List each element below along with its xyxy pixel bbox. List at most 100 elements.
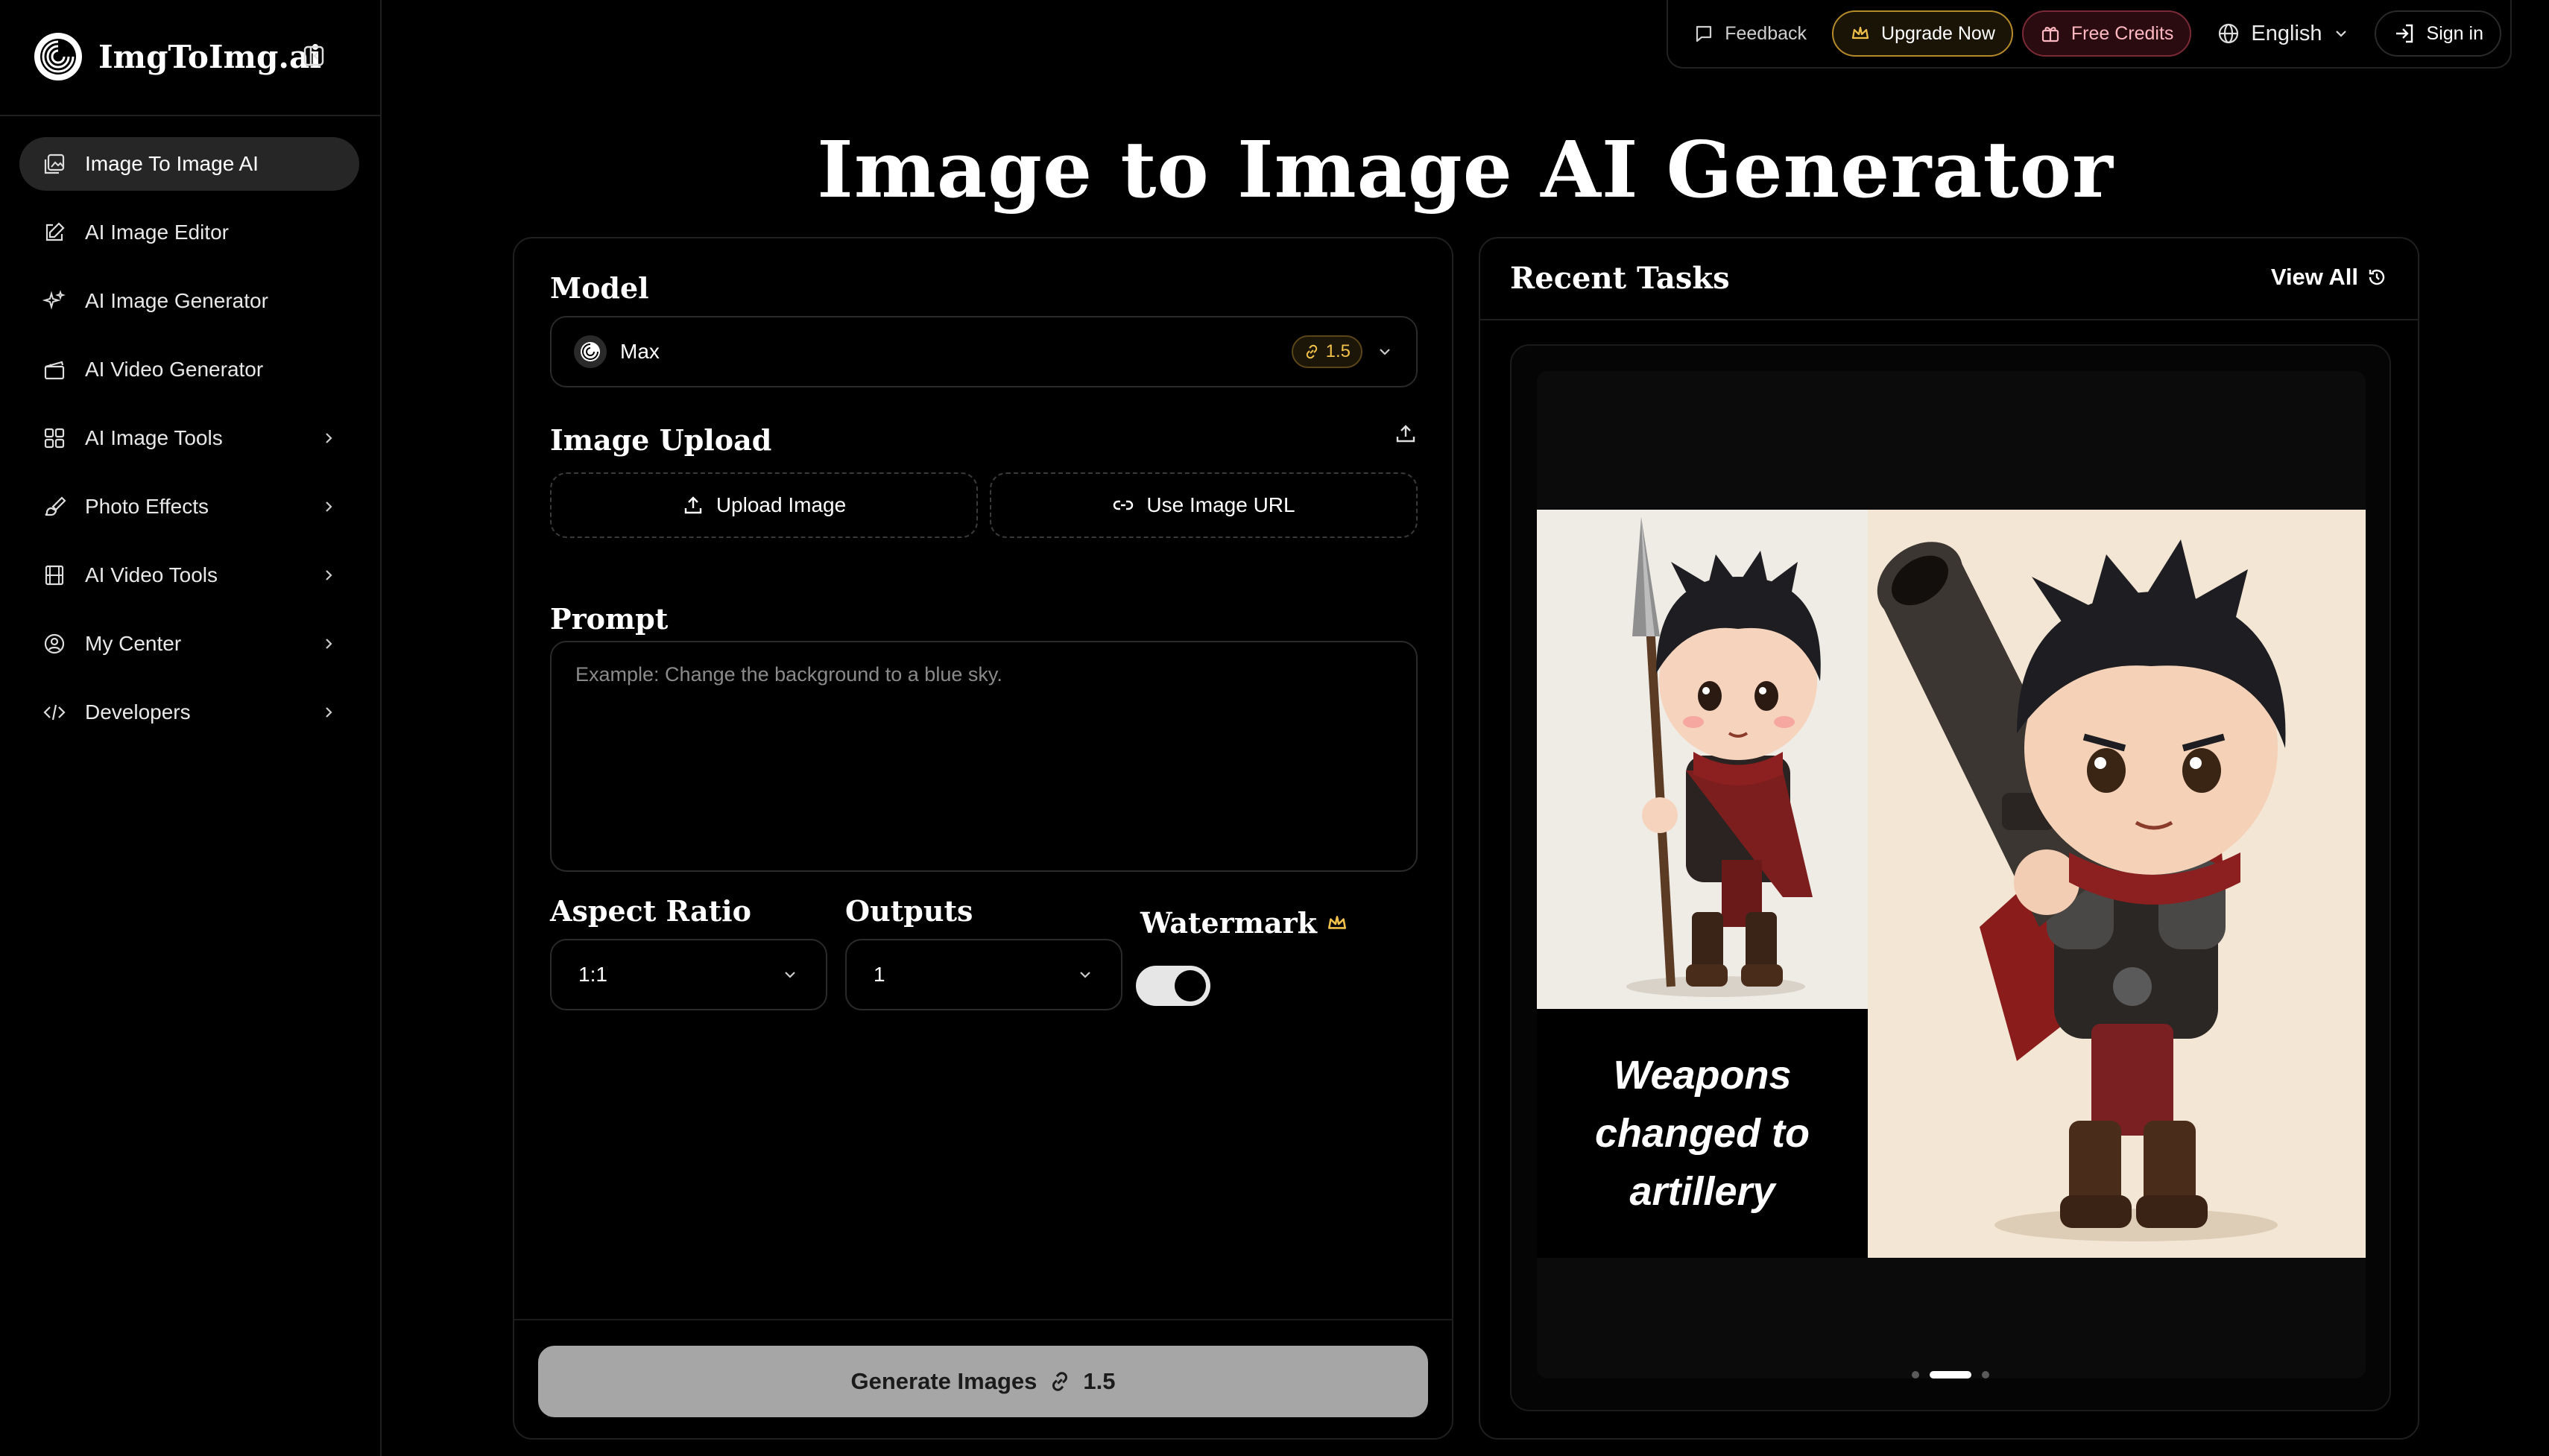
chevron-right-icon [320, 430, 337, 446]
sidebar-item-ai-image-generator[interactable]: AI Image Generator [19, 274, 359, 328]
carousel-dot[interactable] [1982, 1371, 1989, 1379]
sidebar-item-ai-image-tools[interactable]: AI Image Tools [19, 411, 359, 465]
chevron-down-icon [2335, 31, 2346, 37]
generator-form: Model Max 1.5 Image Upload Upload Image … [513, 237, 1453, 1440]
sidebar-item-label: My Center [85, 632, 182, 655]
use-image-url-button[interactable]: Use Image URL [990, 472, 1418, 538]
sidebar: ImgToImg.ai Image To Image AI AI Image Ed… [0, 0, 382, 1456]
sidebar-item-ai-video-tools[interactable]: AI Video Tools [19, 548, 359, 602]
sidebar-item-label: Photo Effects [85, 495, 209, 518]
language-select[interactable]: English [2200, 10, 2365, 57]
sidebar-item-developers[interactable]: Developers [19, 686, 359, 739]
sign-in-label: Sign in [2426, 22, 2483, 44]
outputs-select[interactable]: 1 [845, 939, 1122, 1010]
recent-tasks-title: Recent Tasks [1510, 261, 1730, 296]
sidebar-item-label: AI Image Editor [85, 221, 229, 244]
message-icon [1696, 25, 1712, 42]
chevron-down-icon [785, 972, 795, 978]
topbar: Feedback Upgrade Now Free Credits Englis… [382, 0, 2549, 69]
aspect-ratio-value: 1:1 [578, 963, 607, 986]
link-icon [1114, 500, 1134, 510]
sign-in-button[interactable]: Sign in [2374, 10, 2501, 57]
upload-image-label: Upload Image [716, 493, 847, 516]
history-icon [2369, 269, 2385, 285]
feedback-button[interactable]: Feedback [1677, 10, 1823, 57]
chevron-right-icon [320, 567, 337, 583]
generate-label: Generate Images [850, 1368, 1037, 1394]
view-all-label: View All [2270, 264, 2358, 290]
film-icon [42, 563, 67, 588]
form-footer-divider [514, 1319, 1452, 1320]
sidebar-item-image-to-image-ai[interactable]: Image To Image AI [19, 137, 359, 191]
user-circle-icon [42, 631, 67, 656]
feedback-label: Feedback [1725, 22, 1807, 44]
prompt-input[interactable] [550, 641, 1418, 872]
upload-icon [684, 496, 702, 514]
gift-icon [2041, 27, 2059, 42]
sidebar-item-ai-video-generator[interactable]: AI Video Generator [19, 343, 359, 396]
model-label: Model [550, 271, 649, 305]
chevron-right-icon [320, 636, 337, 652]
upgrade-label: Upgrade Now [1881, 22, 1995, 44]
generate-cost: 1.5 [1083, 1368, 1116, 1394]
outputs-label: Outputs [845, 894, 973, 928]
recent-tasks-header: Recent Tasks View All [1480, 238, 2418, 320]
sidebar-collapse-icon[interactable] [301, 43, 326, 69]
code-icon [42, 700, 67, 725]
sidebar-item-label: AI Image Generator [85, 289, 268, 312]
page-title: Image to Image AI Generator [817, 124, 2114, 215]
image-edit-icon [42, 151, 67, 177]
aspect-ratio-select[interactable]: 1:1 [550, 939, 827, 1010]
image-upload-label: Image Upload [550, 423, 772, 457]
after-image [1868, 510, 2366, 1258]
chevron-right-icon [320, 498, 337, 515]
carousel-dots [1512, 1371, 2390, 1379]
sidebar-item-label: AI Image Tools [85, 426, 223, 449]
chevron-down-icon [1380, 349, 1390, 355]
carousel-dot[interactable] [1912, 1371, 1919, 1379]
model-logo-icon [574, 335, 607, 368]
sidebar-item-label: Image To Image AI [85, 152, 259, 175]
carousel-dot[interactable] [1930, 1371, 1971, 1379]
clapperboard-icon [42, 357, 67, 382]
sidebar-item-photo-effects[interactable]: Photo Effects [19, 480, 359, 534]
model-value: Max [620, 340, 660, 363]
brush-icon [42, 494, 67, 519]
login-icon [2395, 24, 2413, 43]
example-preview: Weapons changed to artillery [1537, 510, 2366, 1258]
generate-images-button[interactable]: Generate Images 1.5 [538, 1346, 1428, 1417]
free-credits-button[interactable]: Free Credits [2021, 10, 2192, 57]
outputs-value: 1 [874, 963, 885, 986]
free-credits-label: Free Credits [2071, 22, 2174, 44]
example-carousel[interactable]: Weapons changed to artillery [1510, 344, 2391, 1411]
globe-icon [2219, 23, 2239, 44]
credit-link-icon [1052, 1372, 1068, 1391]
sparkles-icon [42, 288, 67, 314]
model-select[interactable]: Max 1.5 [550, 316, 1418, 387]
model-cost: 1.5 [1325, 341, 1351, 361]
chevron-down-icon [1080, 972, 1090, 978]
sidebar-item-label: AI Video Tools [85, 563, 218, 586]
aspect-ratio-label: Aspect Ratio [550, 894, 751, 928]
model-cost-badge: 1.5 [1291, 335, 1362, 368]
watermark-toggle[interactable] [1136, 966, 1210, 1006]
brand-name: ImgToImg.ai [98, 38, 322, 75]
brand[interactable]: ImgToImg.ai [34, 30, 321, 83]
upload-image-button[interactable]: Upload Image [550, 472, 978, 538]
grid-icon [42, 425, 67, 451]
sidebar-nav: Image To Image AI AI Image Editor AI Image… [19, 137, 359, 754]
sidebar-item-my-center[interactable]: My Center [19, 617, 359, 671]
brand-logo-icon [34, 33, 82, 80]
before-image [1537, 510, 1868, 1009]
upload-icon[interactable] [1392, 420, 1419, 447]
recent-tasks-panel: Recent Tasks View All Weapons changed to… [1479, 237, 2419, 1440]
watermark-heading: Watermark [1140, 906, 1348, 940]
crown-icon [1851, 26, 1869, 39]
prompt-label: Prompt [550, 602, 669, 636]
sidebar-item-ai-image-editor[interactable]: AI Image Editor [19, 206, 359, 259]
crown-icon [1327, 915, 1346, 929]
sidebar-divider [0, 115, 382, 116]
upgrade-button[interactable]: Upgrade Now [1832, 10, 2013, 57]
credit-link-icon [1306, 344, 1317, 359]
view-all-link[interactable]: View All [2271, 264, 2388, 291]
